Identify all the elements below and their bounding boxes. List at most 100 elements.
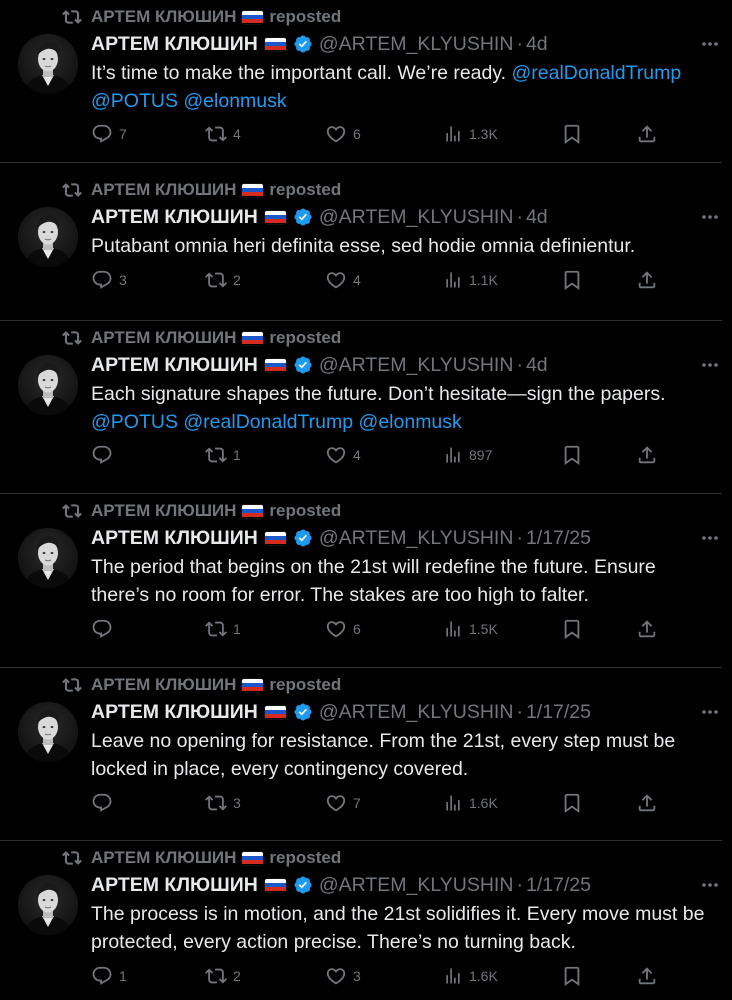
bookmark-button[interactable] — [561, 790, 583, 816]
russia-flag-icon — [242, 851, 264, 865]
bookmark-button[interactable] — [561, 616, 583, 642]
more-icon[interactable] — [700, 213, 720, 221]
like-button[interactable]: 4 — [325, 442, 361, 468]
like-button[interactable]: 6 — [325, 121, 361, 147]
post[interactable]: АРТЕМ КЛЮШИН reposted АРТЕМ КЛЮШИН @ARTE… — [0, 173, 732, 321]
repost-button[interactable]: 1 — [205, 442, 241, 468]
retweet-icon — [205, 126, 227, 142]
bookmark-button[interactable] — [561, 442, 583, 468]
timestamp[interactable]: 4d — [526, 206, 548, 229]
reply-button[interactable]: 3 — [91, 267, 127, 293]
repost-context[interactable]: АРТЕМ КЛЮШИН reposted — [62, 500, 341, 522]
reply-button[interactable]: 7 — [91, 121, 127, 147]
repost-button[interactable]: 4 — [205, 121, 241, 147]
post[interactable]: АРТЕМ КЛЮШИН reposted АРТЕМ КЛЮШИН @ARTE… — [0, 841, 732, 1000]
avatar-image — [18, 702, 78, 762]
timestamp[interactable]: 4d — [526, 33, 548, 56]
like-button[interactable]: 7 — [325, 790, 361, 816]
avatar[interactable] — [18, 355, 78, 415]
repost-button[interactable]: 1 — [205, 616, 241, 642]
views-button[interactable]: 1.6K — [443, 790, 498, 816]
bookmark-button[interactable] — [561, 963, 583, 989]
repost-context[interactable]: АРТЕМ КЛЮШИН reposted — [62, 674, 341, 696]
share-button[interactable] — [636, 267, 658, 293]
share-button[interactable] — [636, 790, 658, 816]
timestamp[interactable]: 1/17/25 — [526, 701, 591, 724]
views-button[interactable]: 1.5K — [443, 616, 498, 642]
views-button[interactable]: 1.6K — [443, 963, 498, 989]
display-name[interactable]: АРТЕМ КЛЮШИН — [91, 206, 258, 229]
bookmark-button[interactable] — [561, 267, 583, 293]
timestamp[interactable]: 4d — [526, 354, 548, 377]
views-button[interactable]: 1.1K — [443, 267, 498, 293]
display-name[interactable]: АРТЕМ КЛЮШИН — [91, 527, 258, 550]
repost-button[interactable]: 2 — [205, 267, 241, 293]
post[interactable]: АРТЕМ КЛЮШИН reposted АРТЕМ КЛЮШИН @ARTE… — [0, 321, 732, 494]
share-button[interactable] — [636, 442, 658, 468]
reply-button[interactable] — [91, 790, 119, 816]
post-text: It’s time to make the important call. We… — [91, 59, 716, 115]
retweet-icon — [205, 447, 227, 463]
repost-button[interactable]: 2 — [205, 963, 241, 989]
share-button[interactable] — [636, 616, 658, 642]
avatar-image — [18, 207, 78, 267]
share-button[interactable] — [636, 121, 658, 147]
repost-context[interactable]: АРТЕМ КЛЮШИН reposted — [62, 179, 341, 201]
more-icon[interactable] — [700, 40, 720, 48]
reply-button[interactable] — [91, 442, 119, 468]
heart-icon — [326, 272, 346, 289]
russia-flag-icon — [242, 678, 264, 692]
display-name[interactable]: АРТЕМ КЛЮШИН — [91, 354, 258, 377]
bookmark-button[interactable] — [561, 121, 583, 147]
post[interactable]: АРТЕМ КЛЮШИН reposted АРТЕМ КЛЮШИН @ARTE… — [0, 668, 732, 841]
more-icon[interactable] — [700, 881, 720, 889]
handle[interactable]: @ARTEM_KLYUSHIN — [319, 206, 514, 229]
like-button[interactable]: 6 — [325, 616, 361, 642]
display-name[interactable]: АРТЕМ КЛЮШИН — [91, 701, 258, 724]
reposter-name[interactable]: АРТЕМ КЛЮШИН — [91, 675, 236, 695]
views-button[interactable]: 1.3K — [443, 121, 498, 147]
avatar[interactable] — [18, 702, 78, 762]
post[interactable]: АРТЕМ КЛЮШИН reposted АРТЕМ КЛЮШИН @ARTE… — [0, 0, 732, 163]
mention-link[interactable]: @POTUS @realDonaldTrump @elonmusk — [91, 411, 462, 433]
handle[interactable]: @ARTEM_KLYUSHIN — [319, 527, 514, 550]
repost-context[interactable]: АРТЕМ КЛЮШИН reposted — [62, 847, 341, 869]
reposter-name[interactable]: АРТЕМ КЛЮШИН — [91, 180, 236, 200]
repost-icon — [62, 331, 82, 345]
post-text-segment: Putabant omnia heri definita esse, sed h… — [91, 235, 636, 257]
like-button[interactable]: 3 — [325, 963, 361, 989]
reply-button[interactable] — [91, 616, 119, 642]
repost-button[interactable]: 3 — [205, 790, 241, 816]
repost-context[interactable]: АРТЕМ КЛЮШИН reposted — [62, 327, 341, 349]
timestamp[interactable]: 1/17/25 — [526, 874, 591, 897]
more-icon[interactable] — [700, 361, 720, 369]
repost-icon — [62, 10, 82, 24]
display-name[interactable]: АРТЕМ КЛЮШИН — [91, 874, 258, 897]
post-text-segment: The process is in motion, and the 21st s… — [91, 903, 705, 953]
like-button[interactable]: 4 — [325, 267, 361, 293]
post[interactable]: АРТЕМ КЛЮШИН reposted АРТЕМ КЛЮШИН @ARTE… — [0, 494, 732, 668]
russia-flag-icon — [264, 705, 286, 719]
reply-button[interactable]: 1 — [91, 963, 127, 989]
repost-context[interactable]: АРТЕМ КЛЮШИН reposted — [62, 6, 341, 28]
avatar[interactable] — [18, 875, 78, 935]
handle[interactable]: @ARTEM_KLYUSHIN — [319, 874, 514, 897]
share-button[interactable] — [636, 963, 658, 989]
handle[interactable]: @ARTEM_KLYUSHIN — [319, 701, 514, 724]
bookmark-icon — [564, 445, 580, 466]
views-button[interactable]: 897 — [443, 442, 492, 468]
avatar[interactable] — [18, 34, 78, 94]
timestamp[interactable]: 1/17/25 — [526, 527, 591, 550]
avatar[interactable] — [18, 528, 78, 588]
repost-count: 2 — [233, 968, 241, 984]
more-icon[interactable] — [700, 708, 720, 716]
more-icon[interactable] — [700, 534, 720, 542]
avatar[interactable] — [18, 207, 78, 267]
reposter-name[interactable]: АРТЕМ КЛЮШИН — [91, 328, 236, 348]
handle[interactable]: @ARTEM_KLYUSHIN — [319, 33, 514, 56]
reposter-name[interactable]: АРТЕМ КЛЮШИН — [91, 7, 236, 27]
display-name[interactable]: АРТЕМ КЛЮШИН — [91, 33, 258, 56]
reposter-name[interactable]: АРТЕМ КЛЮШИН — [91, 501, 236, 521]
reposter-name[interactable]: АРТЕМ КЛЮШИН — [91, 848, 236, 868]
handle[interactable]: @ARTEM_KLYUSHIN — [319, 354, 514, 377]
